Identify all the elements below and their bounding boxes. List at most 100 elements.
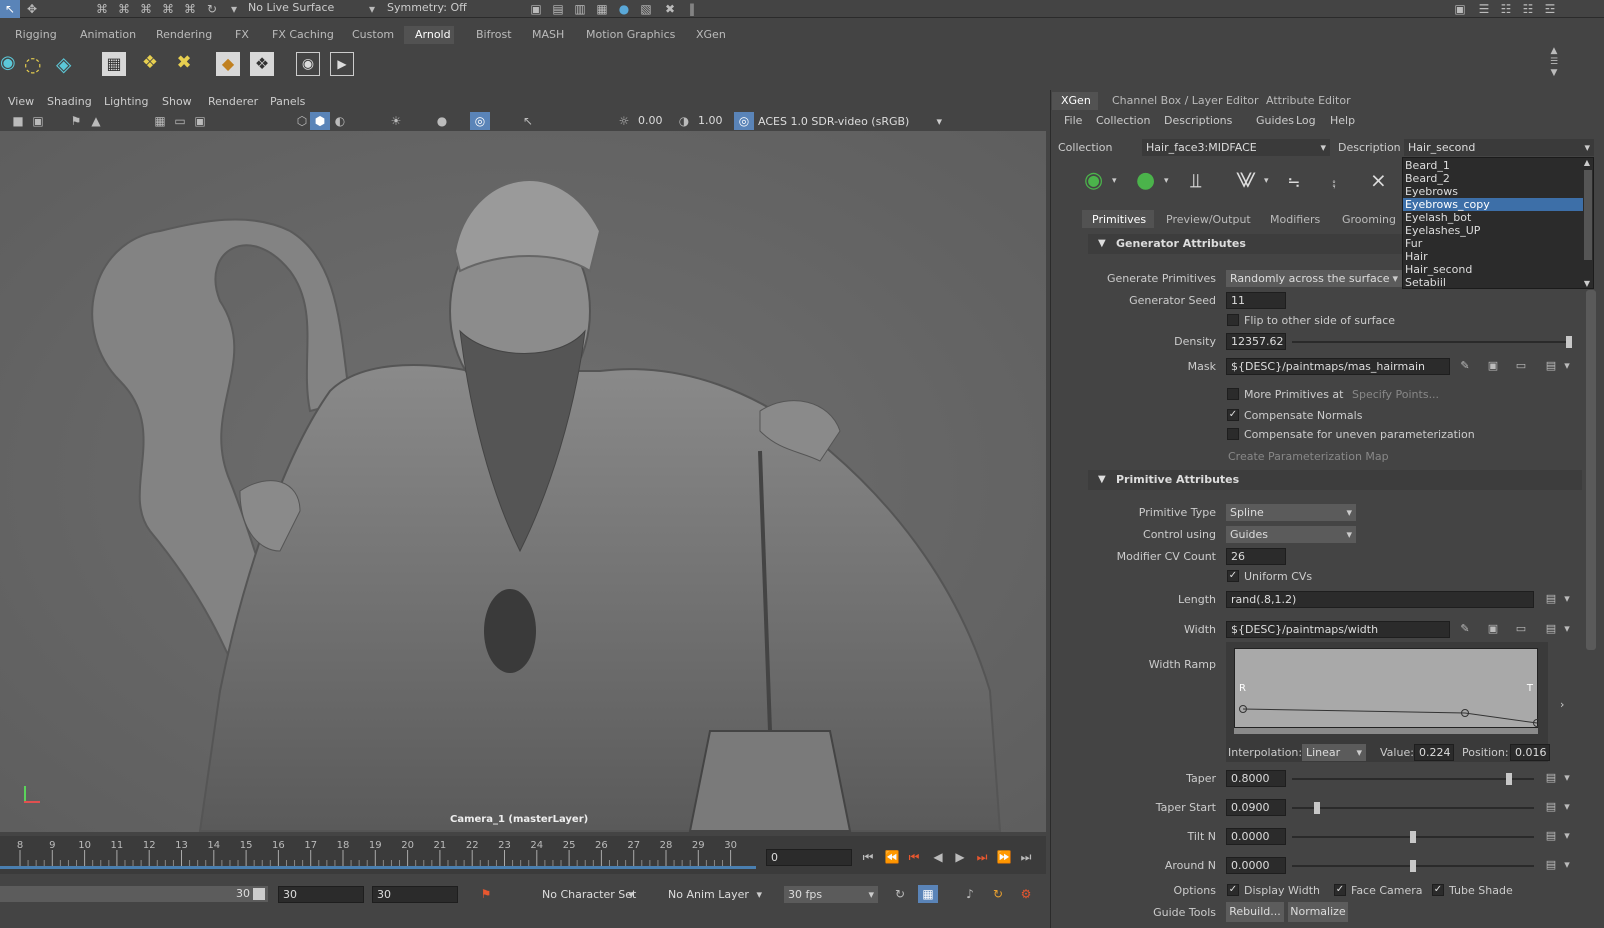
shelf-tab-arnold[interactable]: Arnold <box>415 28 451 41</box>
around-n-dropdown-icon[interactable]: ▾ <box>1560 858 1574 872</box>
auto-key-icon[interactable]: ⚑ <box>476 885 496 903</box>
workspace-icon[interactable]: ▣ <box>1450 0 1470 18</box>
camera-attr-icon[interactable]: ▣ <box>28 112 48 130</box>
shelf-tab-fx[interactable]: FX <box>235 28 249 41</box>
dropdown-arrow-icon[interactable]: ▾ <box>224 0 244 18</box>
viewport-menu-lighting[interactable]: Lighting <box>104 94 148 110</box>
snap-curve-icon[interactable]: ⌘ <box>180 0 200 18</box>
anim-layer-dropdown[interactable]: No Anim Layer <box>646 886 766 903</box>
viewport-menu-show[interactable]: Show <box>162 94 192 110</box>
mask-paint-icon[interactable]: ✎ <box>1458 359 1472 373</box>
step-back-key-icon[interactable]: ⏪ <box>882 848 902 866</box>
shelf-tab-motion-graphics[interactable]: Motion Graphics <box>586 28 675 41</box>
resolution-gate-icon[interactable]: ▣ <box>190 112 210 130</box>
tool-settings-icon[interactable]: ☲ <box>1540 0 1560 18</box>
play-forward-icon[interactable]: ▶ <box>950 848 970 866</box>
animation-prefs-icon[interactable]: ↻ <box>988 885 1008 903</box>
taper-expression-icon[interactable]: ▤ <box>1544 771 1558 785</box>
play-back-icon[interactable]: ◀ <box>928 848 948 866</box>
description-dropdown[interactable]: Hair_second <box>1404 139 1594 156</box>
live-surface-label[interactable]: No Live Surface <box>248 1 338 14</box>
symmetry-dropdown-icon[interactable]: ▾ <box>362 0 382 18</box>
xgen-menu-help[interactable]: Help <box>1330 113 1355 129</box>
width-expression-icon[interactable]: ▤ <box>1544 622 1558 636</box>
render-view-eye-icon[interactable]: ◉ <box>296 52 320 76</box>
length-expression-icon[interactable]: ▤ <box>1544 592 1558 606</box>
xgen-menu-guides[interactable]: Guides <box>1256 113 1294 129</box>
arnold-sphere-icon[interactable]: ◉ <box>0 52 20 76</box>
snap-point-icon[interactable]: ↻ <box>202 0 222 18</box>
xgen-menu-descriptions[interactable]: Descriptions <box>1164 113 1232 129</box>
add-guide-icon[interactable]: ⨫ <box>1288 168 1316 194</box>
viewport-menu-shading[interactable]: Shading <box>47 94 92 110</box>
gamma-field[interactable]: 1.00 <box>694 113 728 130</box>
outliner-icon[interactable]: ☰ <box>1474 0 1494 18</box>
pause-icon[interactable]: ‖ <box>682 0 702 18</box>
display-width-checkbox[interactable]: ✓ <box>1227 884 1239 896</box>
panel-tab-channel-box[interactable]: Channel Box / Layer Editor <box>1112 94 1259 107</box>
shelf-tab-fx-caching[interactable]: FX Caching <box>272 28 334 41</box>
sound-icon[interactable]: ♪ <box>960 885 980 903</box>
place-guides-dropdown-icon[interactable]: ▾ <box>1264 176 1269 186</box>
color-space-dropdown[interactable]: ACES 1.0 SDR-video (sRGB) <box>754 113 946 130</box>
color-management-icon[interactable]: ◎ <box>734 112 754 130</box>
width-paint-icon[interactable]: ✎ <box>1458 622 1472 636</box>
xray-icon[interactable]: ◎ <box>470 112 490 130</box>
description-option[interactable]: Eyebrows <box>1405 185 1583 198</box>
channel-box-icon[interactable]: ☷ <box>1496 0 1516 18</box>
description-list-scroll-down-icon[interactable]: ▼ <box>1582 279 1592 288</box>
soft-select-icon[interactable]: ⌘ <box>136 0 156 18</box>
tilt-n-slider[interactable] <box>1292 831 1534 843</box>
character-set-dropdown[interactable]: No Character Set <box>520 886 638 903</box>
play-render-icon[interactable]: ▶ <box>330 52 354 76</box>
isolate-icon[interactable]: ↖ <box>518 112 538 130</box>
range-slider-handle[interactable] <box>253 888 265 900</box>
viewport-canvas[interactable]: Camera_1 (masterLayer) <box>0 131 1046 832</box>
description-option[interactable]: Eyelashes_UP <box>1405 224 1583 237</box>
xgen-menu-file[interactable]: File <box>1064 113 1082 129</box>
around-n-expression-icon[interactable]: ▤ <box>1544 858 1558 872</box>
xgen-menu-log[interactable]: Log <box>1296 113 1316 129</box>
shadows-icon[interactable]: ● <box>432 112 452 130</box>
render-icon[interactable]: ▣ <box>526 0 546 18</box>
move-tool-icon[interactable]: ✥ <box>22 0 42 18</box>
control-using-dropdown[interactable]: Guides <box>1226 526 1356 543</box>
tilt-n-field[interactable]: 0.0000 <box>1226 828 1286 845</box>
width-ramp-editor[interactable]: R T <box>1234 648 1539 728</box>
guide-visibility-dropdown-icon[interactable]: ▾ <box>1112 176 1117 186</box>
film-gate-icon[interactable]: ▭ <box>170 112 190 130</box>
taper-field[interactable]: 0.8000 <box>1226 770 1286 787</box>
stand-in-icon[interactable]: ◈ <box>56 52 80 76</box>
width-field[interactable]: ${DESC}/paintmaps/width <box>1226 621 1450 638</box>
time-slider[interactable]: 8 9 10 11 12 13 14 15 16 17 18 19 20 21 22 23 24 25 26 27 28… <box>0 836 1046 874</box>
bookmark-icon[interactable]: ⚑ <box>66 112 86 130</box>
hypershade-icon[interactable]: ● <box>614 0 634 18</box>
lights-icon[interactable]: ☀ <box>386 112 406 130</box>
description-option-selected[interactable]: Eyebrows_copy <box>1403 198 1583 211</box>
ramp-position-field[interactable]: 0.016 <box>1510 744 1550 761</box>
density-field[interactable]: 12357.62 <box>1226 333 1286 350</box>
skydome-icon[interactable]: ◌ <box>24 52 48 76</box>
ramp-value-field[interactable]: 0.224 <box>1414 744 1454 761</box>
around-n-slider[interactable] <box>1292 860 1534 872</box>
preview-dropdown-icon[interactable]: ▾ <box>1164 176 1169 186</box>
place-guides-icon[interactable]: ⨈ <box>1236 168 1264 194</box>
width-save-icon[interactable]: ▣ <box>1486 622 1500 636</box>
length-field[interactable]: rand(.8,1.2) <box>1226 591 1534 608</box>
description-option[interactable]: Fur <box>1405 237 1583 250</box>
xgen-tab-primitives[interactable]: Primitives <box>1092 213 1146 226</box>
modifier-cv-count-field[interactable]: 26 <box>1226 548 1286 565</box>
range-start-field[interactable]: 30 <box>278 886 364 903</box>
add-guides-icon[interactable]: ⫫ <box>1190 168 1218 194</box>
description-option[interactable]: Hair_second <box>1405 263 1583 276</box>
mask-dropdown-icon[interactable]: ▾ <box>1560 359 1574 373</box>
width-folder-icon[interactable]: ▭ <box>1514 622 1528 636</box>
tilt-n-dropdown-icon[interactable]: ▾ <box>1560 829 1574 843</box>
length-dropdown-icon[interactable]: ▾ <box>1560 592 1574 606</box>
tilt-n-slider-knob[interactable] <box>1410 831 1416 843</box>
smooth-shade-icon[interactable]: ⬢ <box>310 112 330 130</box>
shelf-tab-mash[interactable]: MASH <box>532 28 564 41</box>
taper-slider-knob[interactable] <box>1506 773 1512 785</box>
generator-seed-field[interactable]: 11 <box>1226 292 1286 309</box>
render-settings-icon[interactable]: ▦ <box>592 0 612 18</box>
